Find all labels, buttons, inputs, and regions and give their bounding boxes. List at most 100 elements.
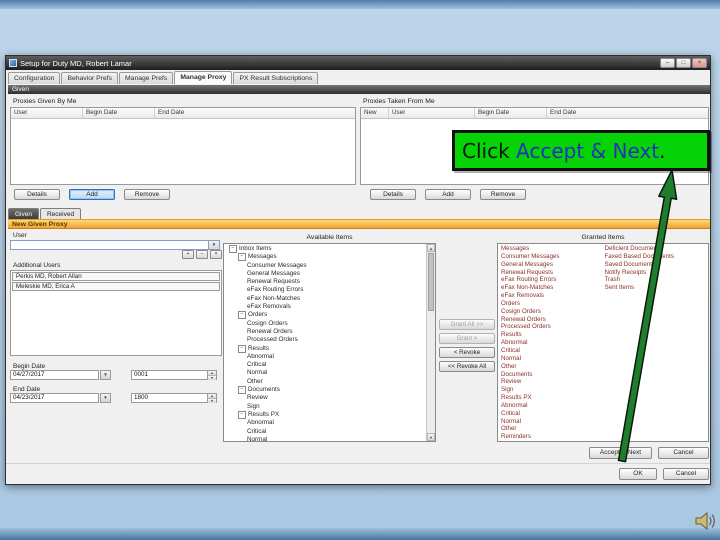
tree-item[interactable]: Normal [226,369,425,377]
granted-item[interactable]: Faxed Based Documents [605,253,709,261]
minimize-button[interactable]: – [660,58,675,68]
tree-item[interactable]: Abnormal [226,353,425,361]
scroll-down-button[interactable]: ▼ [427,433,435,441]
granted-item[interactable]: Documents [501,371,605,379]
spin-down-button[interactable]: ▼ [208,399,216,403]
granted-item[interactable]: General Messages [501,261,605,269]
begin-date-input[interactable]: 04/27/2017 [10,370,99,380]
additional-user-item[interactable]: Meleskie MD, Erica A [12,282,220,291]
proxy-action-button[interactable]: Details [14,189,60,200]
granted-item[interactable]: Deficient Documents [605,245,709,253]
transfer-button[interactable]: << Revoke All [439,361,495,372]
granted-item[interactable]: Saved Documents [605,261,709,269]
tree-item[interactable]: Processed Orders [226,336,425,344]
granted-item[interactable]: Review [501,378,605,386]
granted-item[interactable]: Consumer Messages [501,253,605,261]
granted-item[interactable]: eFax Non-Matches [501,284,605,292]
granted-item[interactable]: Abnormal [501,402,605,410]
tree-item[interactable]: Review [226,394,425,402]
cancel-button[interactable]: Cancel [658,447,709,459]
proxy-action-button[interactable]: Add [69,189,115,200]
user-tool-button[interactable]: × [210,250,222,259]
footer-cancel-button[interactable]: Cancel [663,468,709,480]
tree-item[interactable]: Documents [226,386,425,394]
tree-item[interactable]: Results PX [226,411,425,419]
column-header[interactable]: User [11,108,83,118]
granted-item[interactable]: Critical [501,410,605,418]
transfer-button[interactable]: Grant All >> [439,319,495,330]
granted-item[interactable]: Sign [501,386,605,394]
tree-item[interactable]: eFax Removals [226,303,425,311]
granted-item[interactable]: Normal [501,355,605,363]
tree-item[interactable]: Normal [226,436,425,441]
granted-item[interactable]: Abnormal [501,339,605,347]
tree-item[interactable]: Orders [226,311,425,319]
column-header[interactable]: End Date [547,108,708,118]
tab[interactable]: Manage Prefs [119,72,174,84]
granted-item[interactable]: Messages [501,245,605,253]
granted-item[interactable]: eFax Routing Errors [501,276,605,284]
granted-item[interactable]: Other [501,425,605,433]
tree-item[interactable]: Sign [226,403,425,411]
end-time-input[interactable]: 1800 ▲ ▼ [131,393,217,403]
maximize-button[interactable]: □ [676,58,691,68]
granted-item[interactable]: Critical [501,347,605,355]
tree-item[interactable]: eFax Routing Errors [226,286,425,294]
begin-time-input[interactable]: 0001 ▲ ▼ [131,370,217,380]
tree-item[interactable]: Renewal Orders [226,328,425,336]
granted-item[interactable]: Orders [501,300,605,308]
tree-item[interactable]: Cosign Orders [226,320,425,328]
tab[interactable]: Behavior Prefs [61,72,119,84]
scroll-up-button[interactable]: ▲ [427,244,435,252]
close-button[interactable]: × [692,58,707,68]
tree-item[interactable]: Abnormal [226,419,425,427]
spin-down-button[interactable]: ▼ [208,376,216,380]
tree-item[interactable]: Messages [226,253,425,261]
granted-item[interactable]: Renewal Orders [501,316,605,324]
column-header[interactable]: Begin Date [475,108,547,118]
granted-item[interactable]: Normal [501,418,605,426]
chevron-down-icon[interactable]: ▼ [208,241,219,249]
tree-item[interactable]: Consumer Messages [226,262,425,270]
transfer-button[interactable]: Grant > [439,333,495,344]
user-combo[interactable]: ▼ [10,240,220,250]
ok-button[interactable]: OK [619,468,657,480]
granted-item[interactable]: Sent Items [605,284,709,292]
tree-item[interactable]: eFax Non-Matches [226,295,425,303]
granted-item[interactable]: Reminders [501,433,605,441]
tab[interactable]: Manage Proxy [174,71,233,84]
tree-scrollbar[interactable]: ▲ ▼ [426,244,435,441]
begin-date-dropdown-button[interactable]: ▼ [100,370,111,380]
proxy-action-button[interactable]: Remove [124,189,170,200]
tab[interactable]: PX Result Subscriptions [233,72,319,84]
proxy-action-button[interactable]: Remove [480,189,526,200]
granted-item[interactable]: Results [501,331,605,339]
column-header[interactable]: End Date [155,108,355,118]
scrollbar-thumb[interactable] [428,253,434,311]
additional-user-item[interactable]: Perkis MD, Robert Allan [12,272,220,281]
user-tool-button[interactable]: − [196,250,208,259]
granted-item[interactable]: Cosign Orders [501,308,605,316]
tree-item[interactable]: Critical [226,428,425,436]
proxy-action-button[interactable]: Add [425,189,471,200]
granted-item[interactable]: Renewal Requests [501,269,605,277]
user-tool-button[interactable]: + [182,250,194,259]
tree-item[interactable]: Results [226,345,425,353]
granted-item[interactable]: Trash [605,276,709,284]
granted-item[interactable]: Other [501,363,605,371]
end-date-input[interactable]: 04/23/2017 [10,393,99,403]
audio-icon[interactable] [695,511,717,531]
accept-next-button[interactable]: Accept & Next [589,447,652,459]
tree-item[interactable]: Inbox Items [226,245,425,253]
proxy-action-button[interactable]: Details [370,189,416,200]
granted-item[interactable]: eFax Removals [501,292,605,300]
tree-item[interactable]: General Messages [226,270,425,278]
tree-item[interactable]: Critical [226,361,425,369]
tab[interactable]: Configuration [8,72,61,84]
transfer-button[interactable]: < Revoke [439,347,495,358]
end-date-dropdown-button[interactable]: ▼ [100,393,111,403]
tree-item[interactable]: Renewal Requests [226,278,425,286]
column-header[interactable]: User [389,108,475,118]
granted-item[interactable]: Processed Orders [501,323,605,331]
column-header[interactable]: Begin Date [83,108,155,118]
